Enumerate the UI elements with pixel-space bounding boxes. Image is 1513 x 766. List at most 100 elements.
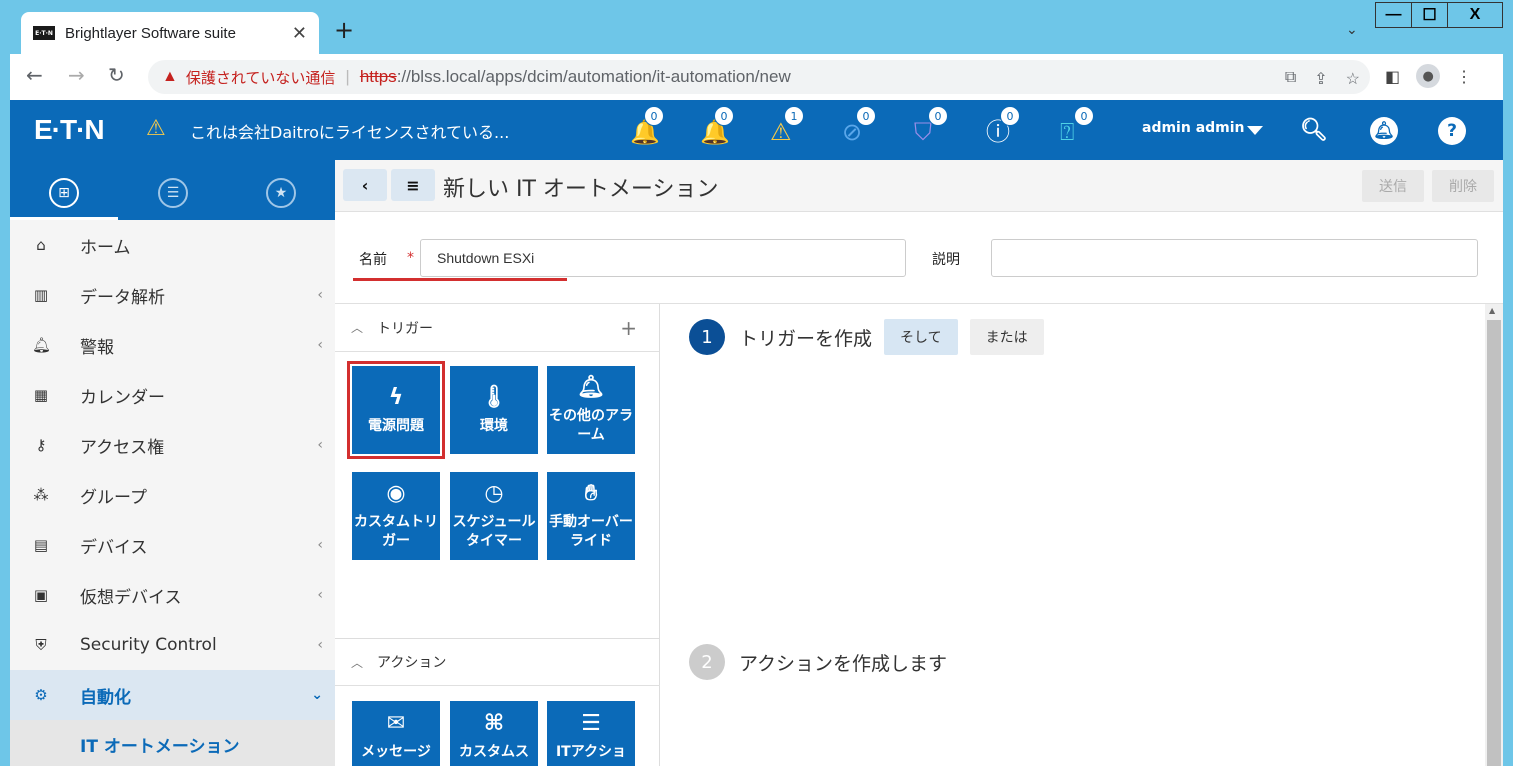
url-omnibox[interactable]: ▲ 保護されていない通信 | https://blss.local/apps/d…	[148, 60, 1370, 94]
step-text: トリガーを作成	[739, 327, 873, 350]
side-panel-icon[interactable]: ◧	[1385, 67, 1400, 86]
back-arrow-icon[interactable]: ←	[26, 65, 43, 85]
action-message[interactable]: ✉ メッセージ	[352, 701, 440, 766]
chevron-down-icon: ⌄	[311, 687, 323, 703]
eaton-logo[interactable]: E·T·N	[34, 114, 105, 146]
license-warning-icon: ⚠	[146, 116, 166, 141]
sidebar-item-label: カレンダー	[80, 387, 165, 408]
and-button[interactable]: そして	[884, 319, 958, 355]
sidebar-item-label: デバイス	[80, 537, 148, 558]
reload-icon[interactable]: ↻	[108, 65, 125, 85]
virtual-device-icon: ▣	[33, 586, 49, 604]
group-icon: ⁂	[33, 486, 49, 504]
user-key-icon: ⚷	[35, 436, 47, 454]
action-it-action[interactable]: ☰ ITアクショ	[547, 701, 635, 766]
profile-avatar-icon[interactable]: ●	[1416, 64, 1441, 88]
bookmark-star-icon[interactable]: ☆	[1346, 69, 1360, 89]
collapse-chevron-icon[interactable]: ︿	[351, 319, 363, 336]
sidebar-item-security-control[interactable]: ⛨ Security Control ‹	[10, 620, 335, 670]
menu-button[interactable]: ≡	[391, 169, 435, 201]
step-create-action: 2 アクションを作成します	[689, 644, 947, 680]
send-button[interactable]: 送信	[1362, 170, 1424, 202]
sidebar-item-analytics[interactable]: ▥ データ解析 ‹	[10, 270, 335, 320]
sidebar-item-home[interactable]: ⌂ ホーム	[10, 220, 335, 270]
minimize-button[interactable]: —	[1375, 2, 1412, 28]
tab-search-chevron-icon[interactable]: ⌄	[1346, 22, 1358, 38]
chevron-left-icon: ‹	[317, 637, 323, 653]
license-text[interactable]: これは会社Daitroにライセンスされている...	[190, 119, 509, 143]
sidebar-item-virtual-devices[interactable]: ▣ 仮想デバイス ‹	[10, 570, 335, 620]
sidebar-item-automation[interactable]: ⚙ 自動化 ⌄	[10, 670, 335, 720]
trigger-other-alarms[interactable]: 🔔︎ その他のアラーム	[547, 366, 635, 454]
security-label[interactable]: 保護されていない通信	[186, 67, 336, 88]
maximize-button[interactable]: ☐	[1411, 2, 1448, 28]
or-button[interactable]: または	[969, 319, 1044, 355]
sidebar-item-label: 自動化	[80, 687, 131, 708]
share-icon[interactable]: ⇪	[1314, 69, 1327, 89]
trigger-manual-override[interactable]: ✋︎ 手動オーバーライド	[547, 472, 635, 560]
user-menu[interactable]: admin admin	[1142, 120, 1245, 136]
critical-alarm-counter[interactable]: 🔔 0	[630, 106, 666, 148]
description-label: 説明	[932, 252, 960, 268]
kebab-menu-icon[interactable]: ⋮	[1456, 67, 1472, 86]
back-button[interactable]: ‹	[343, 169, 387, 201]
warning-counter[interactable]: ⚠ 1	[770, 106, 806, 148]
search-icon[interactable]: 🔍︎	[1300, 118, 1328, 143]
browser-tab[interactable]: E·T·N Brightlayer Software suite ✕	[21, 12, 319, 54]
apps-grid-icon[interactable]: ⊞	[49, 178, 79, 208]
app-header: E·T·N ⚠ これは会社Daitroにライセンスされている... 🔔 0 🔔 …	[10, 100, 1503, 160]
sidebar-item-alarms[interactable]: 🔔︎ 警報 ‹	[10, 320, 335, 370]
record-icon: ◉	[386, 481, 406, 506]
sidebar-item-label: グループ	[80, 487, 147, 508]
new-tab-button[interactable]: +	[334, 18, 354, 42]
close-window-button[interactable]: X	[1447, 2, 1503, 28]
sidebar-item-access[interactable]: ⚷ アクセス権 ‹	[10, 420, 335, 470]
scroll-thumb[interactable]	[1487, 320, 1501, 766]
canvas-scrollbar[interactable]: ▲	[1485, 304, 1503, 766]
alarm-count-badge: 0	[928, 106, 948, 126]
trigger-section-header[interactable]: ︿ トリガー +	[335, 304, 659, 352]
favorites-star-icon[interactable]: ★	[266, 178, 296, 208]
notice-icon: ⍰	[1060, 118, 1075, 146]
list-icon[interactable]: ☰	[158, 178, 188, 208]
action-custom-script[interactable]: ⌘ カスタムス	[450, 701, 538, 766]
scroll-up-arrow-icon[interactable]: ▲	[1489, 306, 1495, 315]
main-content: ‹ ≡ 新しい IT オートメーション 送信 削除 名前 * Shutdown …	[335, 160, 1503, 766]
mail-icon: ✉	[386, 711, 406, 736]
name-field[interactable]: Shutdown ESXi	[420, 239, 906, 277]
chevron-left-icon: ‹	[317, 587, 323, 603]
collapse-chevron-icon[interactable]: ︿	[351, 654, 363, 671]
description-field[interactable]	[991, 239, 1478, 277]
close-tab-icon[interactable]: ✕	[292, 23, 307, 44]
sidebar-item-devices[interactable]: ▤ デバイス ‹	[10, 520, 335, 570]
sidebar-item-calendar[interactable]: ▦ カレンダー	[10, 370, 335, 420]
trigger-schedule-timer[interactable]: ◷ スケジュールタイマー	[450, 472, 538, 560]
tile-label: 手動オーバーライド	[549, 514, 633, 549]
disabled-counter[interactable]: ⊘ 0	[842, 106, 878, 148]
action-section-header[interactable]: ︿ アクション	[335, 638, 660, 686]
caret-down-icon[interactable]	[1247, 126, 1263, 135]
translate-icon[interactable]: ⧉	[1285, 69, 1296, 89]
bell-icon: 🔔︎	[577, 375, 605, 400]
sidebar-subitem-it-automation[interactable]: IT オートメーション	[10, 720, 335, 766]
step-number: 2	[689, 644, 725, 680]
forward-arrow-icon[interactable]: →	[68, 65, 85, 85]
info-counter[interactable]: ⓘ 0	[986, 106, 1022, 148]
help-icon[interactable]: ?	[1438, 117, 1466, 145]
trigger-header-label: トリガー	[377, 320, 434, 337]
alarm-counter[interactable]: 🔔 0	[700, 106, 736, 148]
shield-icon: ⛨	[35, 636, 47, 654]
trigger-environment[interactable]: 🌡︎ 環境	[450, 366, 538, 454]
add-trigger-icon[interactable]: +	[620, 316, 637, 340]
security-counter[interactable]: ⛉ 0	[914, 106, 950, 148]
sidebar-item-groups[interactable]: ⁂ グループ	[10, 470, 335, 520]
chevron-left-icon: ‹	[317, 437, 323, 453]
chevron-left-icon: ‹	[317, 337, 323, 353]
alarm-count-badge: 0	[714, 106, 734, 126]
url-path: ://blss.local/apps/dcim/automation/it-au…	[396, 67, 791, 86]
notice-counter[interactable]: ⍰ 0	[1060, 106, 1096, 148]
trigger-custom[interactable]: ◉ カスタムトリガー	[352, 472, 440, 560]
delete-button[interactable]: 削除	[1432, 170, 1494, 202]
omnibox-divider: |	[345, 67, 350, 86]
notifications-icon[interactable]: 🔔︎	[1370, 117, 1398, 145]
